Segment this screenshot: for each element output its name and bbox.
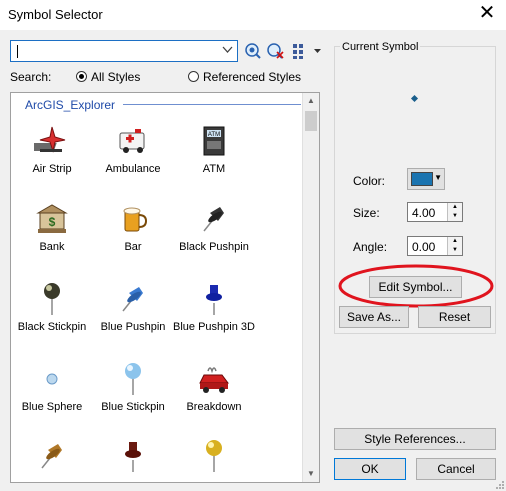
bar-icon[interactable] bbox=[115, 201, 151, 237]
color-swatch bbox=[411, 172, 433, 186]
close-icon[interactable]: ✕ bbox=[476, 3, 498, 23]
svg-text:$: $ bbox=[49, 215, 56, 229]
size-spin-buttons: ▲ ▼ bbox=[447, 203, 462, 221]
air-strip-icon[interactable] bbox=[29, 123, 70, 159]
svg-text:ATM: ATM bbox=[208, 132, 220, 138]
symbol-label: Bank bbox=[39, 241, 65, 253]
atm-icon[interactable]: ATM bbox=[196, 123, 232, 159]
list-scrollbar[interactable]: ▲ ▼ bbox=[302, 93, 319, 482]
blue-sphere-icon[interactable] bbox=[34, 361, 70, 397]
angle-spin-buttons: ▲ ▼ bbox=[447, 237, 462, 255]
text-caret bbox=[17, 45, 18, 58]
symbol-label: Breakdown bbox=[186, 401, 242, 413]
decrement-icon[interactable]: ▼ bbox=[448, 212, 462, 221]
search-input[interactable] bbox=[10, 40, 238, 62]
decrement-icon[interactable]: ▼ bbox=[448, 246, 462, 255]
current-symbol-title: Current Symbol bbox=[340, 41, 421, 53]
radio-referenced-styles[interactable] bbox=[188, 71, 199, 82]
gold-stickpin-icon[interactable] bbox=[196, 438, 232, 474]
symbol-label: Blue Sphere bbox=[21, 401, 83, 413]
view-options-icon[interactable] bbox=[292, 42, 322, 60]
highlight-ellipse bbox=[338, 264, 494, 308]
color-label: Color: bbox=[353, 174, 386, 188]
search-label: Search: bbox=[10, 70, 52, 84]
radio-all-styles[interactable] bbox=[76, 71, 87, 82]
scroll-thumb[interactable] bbox=[305, 111, 317, 131]
window-title: Symbol Selector bbox=[8, 7, 103, 22]
black-stickpin-icon[interactable] bbox=[34, 281, 70, 317]
symbol-list[interactable]: ArcGIS_Explorer Air Strip Ambulance ATM … bbox=[10, 92, 320, 483]
resize-grip-icon[interactable] bbox=[494, 479, 505, 490]
angle-label: Angle: bbox=[353, 240, 388, 254]
save-as-button[interactable]: Save As... bbox=[339, 306, 409, 328]
radio-all-styles-label[interactable]: All Styles bbox=[91, 70, 140, 84]
angle-value[interactable]: 0.00 bbox=[412, 240, 435, 254]
size-stepper[interactable]: 4.00 ▲ ▼ bbox=[407, 202, 463, 222]
radio-referenced-styles-label[interactable]: Referenced Styles bbox=[203, 70, 301, 84]
reset-button[interactable]: Reset bbox=[418, 306, 491, 328]
chevron-down-icon[interactable] bbox=[222, 44, 233, 58]
symbol-label: Black Pushpin bbox=[179, 241, 249, 253]
title-bar: Symbol Selector ✕ bbox=[0, 0, 506, 30]
symbol-label: Bar bbox=[124, 241, 142, 253]
symbol-label: Black Stickpin bbox=[17, 321, 87, 333]
style-references-button[interactable]: Style References... bbox=[334, 428, 496, 450]
size-label: Size: bbox=[353, 206, 380, 220]
cancel-button[interactable]: Cancel bbox=[416, 458, 496, 480]
bank-icon[interactable]: $ bbox=[34, 201, 70, 237]
size-value[interactable]: 4.00 bbox=[412, 206, 435, 220]
color-picker-button[interactable]: ▼ bbox=[407, 168, 445, 190]
scroll-up-icon[interactable]: ▲ bbox=[303, 93, 319, 109]
symbol-label: Blue Pushpin bbox=[100, 321, 166, 333]
breakdown-icon[interactable] bbox=[196, 361, 232, 397]
blue-pushpin-3d-icon[interactable] bbox=[196, 281, 232, 317]
ambulance-icon[interactable] bbox=[115, 123, 151, 159]
symbol-label: Air Strip bbox=[32, 163, 72, 175]
brown-pushpin-3d-icon[interactable] bbox=[115, 438, 151, 474]
search-icon[interactable] bbox=[244, 42, 262, 60]
group-header: ArcGIS_Explorer bbox=[25, 98, 116, 112]
symbol-label: Blue Stickpin bbox=[101, 401, 165, 413]
clear-search-icon[interactable] bbox=[266, 42, 284, 60]
chevron-down-icon: ▼ bbox=[434, 173, 442, 182]
scroll-down-icon[interactable]: ▼ bbox=[303, 466, 319, 482]
group-divider bbox=[123, 104, 301, 105]
ok-button[interactable]: OK bbox=[334, 458, 406, 480]
symbol-label: Ambulance bbox=[105, 163, 161, 175]
blue-pushpin-icon[interactable] bbox=[115, 281, 151, 317]
brown-pushpin-icon[interactable] bbox=[34, 438, 70, 474]
black-pushpin-icon[interactable] bbox=[196, 201, 232, 237]
blue-stickpin-icon[interactable] bbox=[115, 361, 151, 397]
symbol-label: ATM bbox=[202, 163, 226, 175]
angle-stepper[interactable]: 0.00 ▲ ▼ bbox=[407, 236, 463, 256]
symbol-label: Blue Pushpin 3D bbox=[173, 321, 255, 333]
